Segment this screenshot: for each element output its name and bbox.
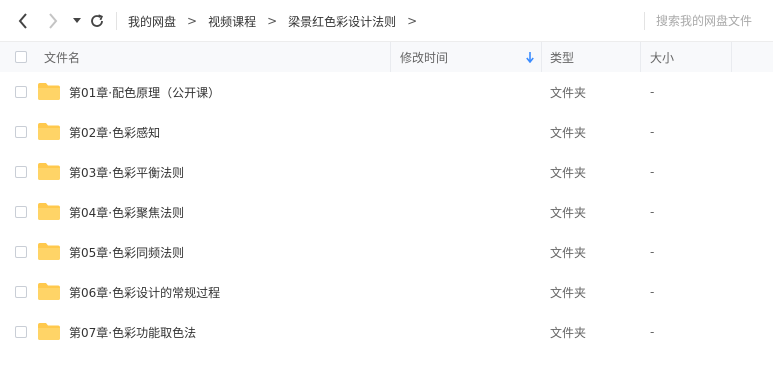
select-all-checkbox[interactable]: [15, 51, 27, 63]
file-row[interactable]: 第02章·色彩感知 文件夹 -: [0, 112, 773, 152]
row-checkbox[interactable]: [15, 86, 27, 98]
file-name[interactable]: 第01章·配色原理（公开课）: [69, 72, 220, 112]
column-header-name[interactable]: 文件名: [44, 42, 80, 72]
row-checkbox[interactable]: [15, 246, 27, 258]
file-size: -: [650, 285, 655, 299]
back-button[interactable]: [14, 11, 32, 31]
forward-button[interactable]: [44, 11, 62, 31]
row-checkbox[interactable]: [15, 326, 27, 338]
file-name[interactable]: 第04章·色彩聚焦法则: [69, 192, 184, 232]
file-size: -: [650, 325, 655, 339]
file-size: -: [650, 245, 655, 259]
file-size: -: [650, 165, 655, 179]
file-type: 文件夹: [550, 125, 587, 140]
file-type: 文件夹: [550, 205, 587, 220]
folder-icon: [38, 323, 60, 340]
column-divider: [640, 42, 641, 72]
file-type: 文件夹: [550, 85, 587, 100]
column-header-modified[interactable]: 修改时间: [400, 42, 448, 72]
folder-icon: [38, 203, 60, 220]
file-type: 文件夹: [550, 165, 587, 180]
file-row[interactable]: 第05章·色彩同频法则 文件夹 -: [0, 232, 773, 272]
file-size: -: [650, 85, 655, 99]
folder-icon: [38, 283, 60, 300]
file-row[interactable]: 第04章·色彩聚焦法则 文件夹 -: [0, 192, 773, 232]
file-row[interactable]: 第01章·配色原理（公开课） 文件夹 -: [0, 72, 773, 112]
column-divider: [390, 42, 391, 72]
refresh-icon: [91, 14, 103, 27]
folder-icon: [38, 83, 60, 100]
file-name[interactable]: 第07章·色彩功能取色法: [69, 312, 196, 352]
file-name[interactable]: 第06章·色彩设计的常规过程: [69, 272, 220, 312]
column-divider: [731, 42, 732, 72]
history-dropdown-button[interactable]: [71, 11, 83, 31]
folder-icon: [38, 163, 60, 180]
breadcrumb-separator: >: [187, 14, 198, 28]
file-type: 文件夹: [550, 325, 587, 340]
breadcrumb-item-current-folder[interactable]: 梁景红色彩设计法则: [288, 13, 396, 30]
row-checkbox[interactable]: [15, 166, 27, 178]
breadcrumb-item-video-courses[interactable]: 视频课程: [208, 13, 256, 30]
folder-icon: [38, 123, 60, 140]
file-type: 文件夹: [550, 245, 587, 260]
row-checkbox[interactable]: [15, 286, 27, 298]
search-divider: [644, 12, 645, 30]
file-name[interactable]: 第05章·色彩同频法则: [69, 232, 184, 272]
file-row[interactable]: 第03章·色彩平衡法则 文件夹 -: [0, 152, 773, 192]
chevron-left-icon: [18, 13, 27, 29]
file-size: -: [650, 205, 655, 219]
file-row[interactable]: 第07章·色彩功能取色法 文件夹 -: [0, 312, 773, 352]
file-size: -: [650, 125, 655, 139]
folder-icon: [38, 243, 60, 260]
search-input[interactable]: [652, 11, 770, 31]
column-header-type[interactable]: 类型: [550, 42, 574, 72]
row-checkbox[interactable]: [15, 206, 27, 218]
breadcrumb-separator: >: [407, 14, 418, 28]
sort-down-arrow-icon[interactable]: [526, 52, 534, 63]
caret-down-icon: [73, 18, 81, 23]
breadcrumb-item-my-drive[interactable]: 我的网盘: [128, 13, 176, 30]
toolbar-divider: [116, 12, 117, 30]
file-type: 文件夹: [550, 285, 587, 300]
breadcrumb: 我的网盘 > 视频课程 > 梁景红色彩设计法则 >: [128, 0, 428, 42]
column-header-size[interactable]: 大小: [650, 42, 674, 72]
chevron-right-icon: [49, 13, 58, 29]
column-divider: [541, 42, 542, 72]
file-name[interactable]: 第03章·色彩平衡法则: [69, 152, 184, 192]
table-header: 文件名 修改时间 类型 大小: [0, 42, 773, 72]
breadcrumb-separator: >: [267, 14, 278, 28]
file-name[interactable]: 第02章·色彩感知: [69, 112, 160, 152]
row-checkbox[interactable]: [15, 126, 27, 138]
refresh-button[interactable]: [88, 11, 106, 31]
top-bar: 我的网盘 > 视频课程 > 梁景红色彩设计法则 >: [0, 0, 773, 42]
file-list: 第01章·配色原理（公开课） 文件夹 - 第02章·色彩感知 文件夹 - 第03…: [0, 72, 773, 352]
file-row[interactable]: 第06章·色彩设计的常规过程 文件夹 -: [0, 272, 773, 312]
